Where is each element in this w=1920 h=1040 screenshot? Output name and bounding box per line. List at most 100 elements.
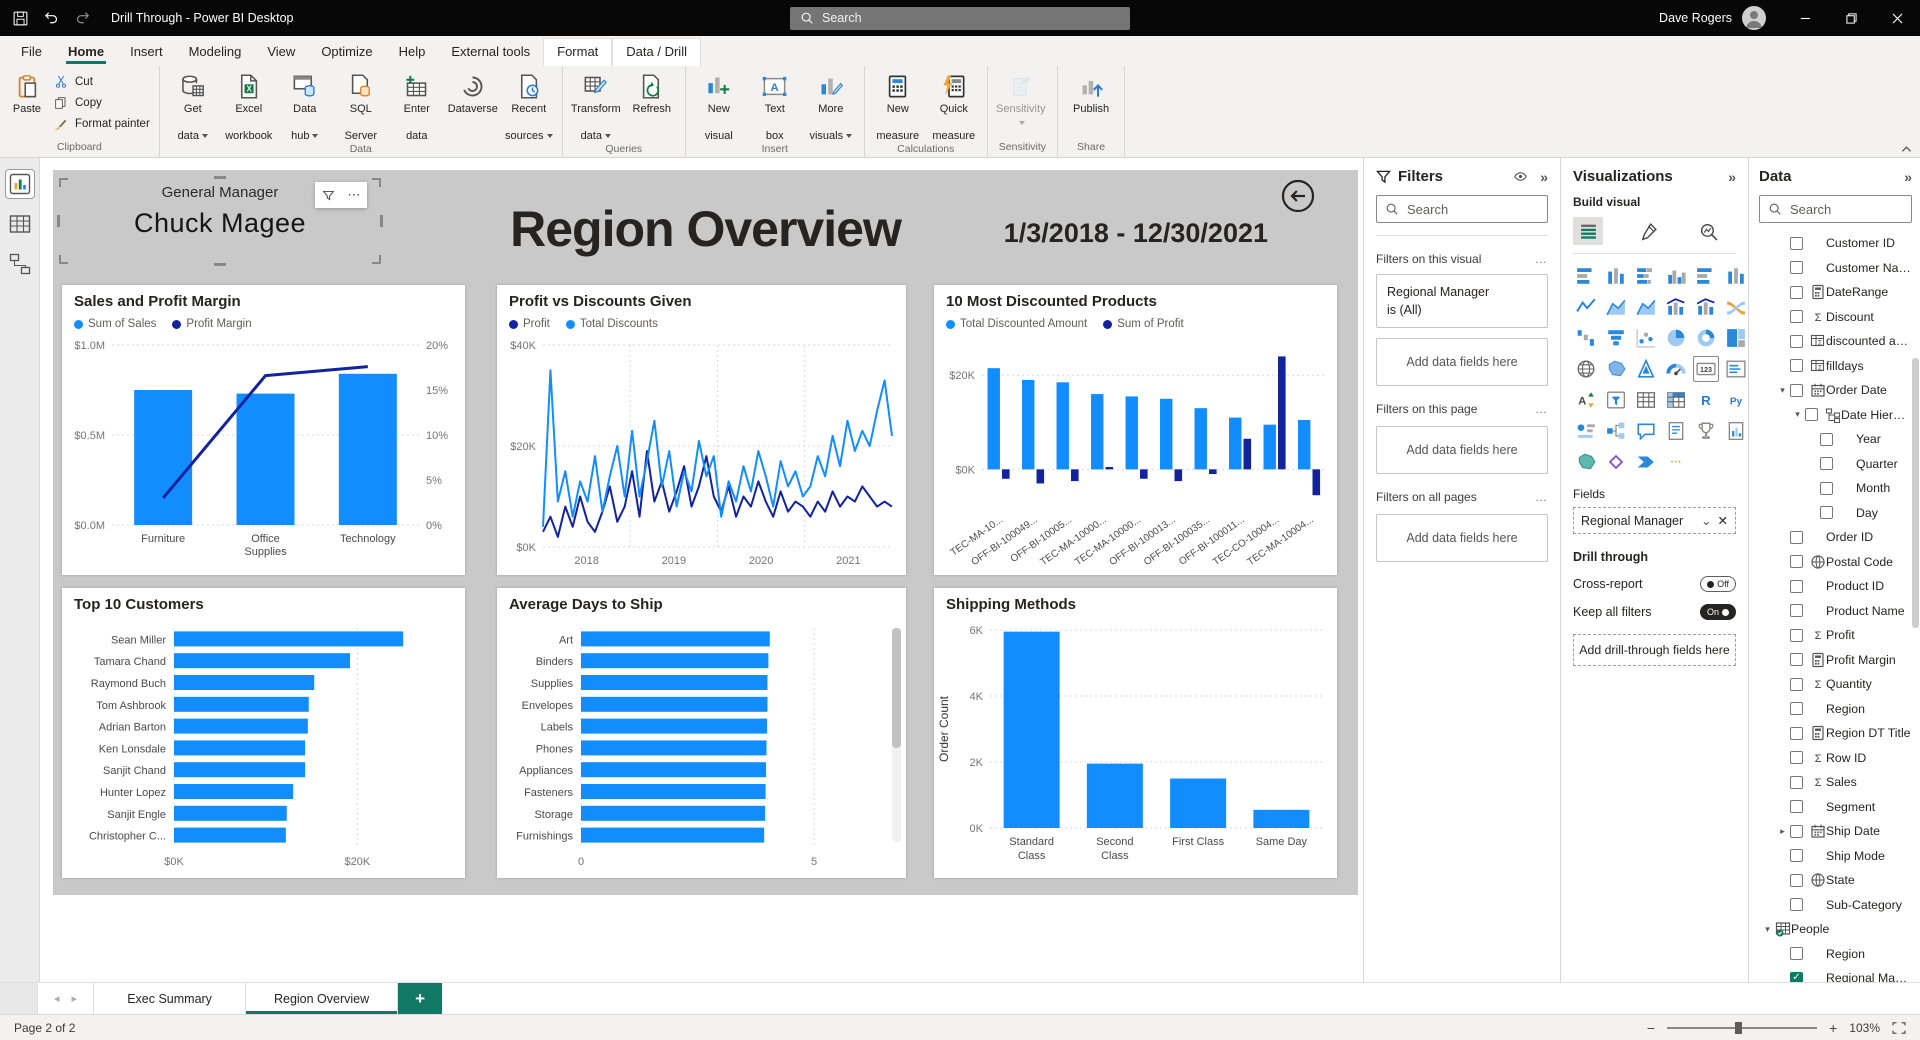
azure-map-icon[interactable] (1633, 356, 1659, 382)
checkbox[interactable]: ✓ (1790, 972, 1803, 982)
checkbox[interactable] (1820, 482, 1833, 495)
report-page[interactable]: General Manager Chuck Magee ⋯ Region Ove… (53, 170, 1358, 895)
collapse-pane-icon[interactable]: » (1904, 169, 1912, 185)
100-stacked-column-chart-icon[interactable] (1723, 263, 1748, 289)
data-field-region[interactable]: Region (1759, 942, 1912, 967)
data-field-row-id[interactable]: ΣRow ID (1759, 746, 1912, 771)
100-stacked-bar-chart-icon[interactable] (1693, 263, 1719, 289)
visual-10-most-discounted-products[interactable]: 10 Most Discounted ProductsTotal Discoun… (934, 285, 1337, 575)
visual-sales-and-profit-margin[interactable]: Sales and Profit MarginSum of SalesProfi… (62, 285, 465, 575)
menu-tab-insert[interactable]: Insert (117, 39, 176, 66)
checkbox[interactable] (1790, 825, 1803, 838)
checkbox[interactable] (1790, 580, 1803, 593)
get-data-button[interactable]: Getdata (165, 69, 221, 143)
recent-sources-button[interactable]: Recentsources (501, 69, 557, 143)
zoom-slider[interactable] (1667, 1027, 1817, 1029)
format-visual-tab[interactable] (1633, 217, 1663, 245)
data-field-year[interactable]: Year (1759, 427, 1912, 452)
data-field-discount[interactable]: ΣDiscount (1759, 305, 1912, 330)
more-visuals-button[interactable]: Morevisuals (803, 69, 859, 143)
collapse-pane-icon[interactable]: » (1540, 169, 1548, 185)
format-painter-button[interactable]: Format painter (49, 114, 154, 134)
funnel-chart-icon[interactable] (1603, 325, 1629, 351)
decomposition-tree-icon[interactable] (1603, 418, 1629, 444)
menu-tab-home[interactable]: Home (55, 39, 117, 66)
data-field-region[interactable]: Region (1759, 697, 1912, 722)
data-field-postal-code[interactable]: Postal Code (1759, 550, 1912, 575)
chevron-down-icon[interactable]: ▾ (1776, 385, 1789, 396)
transform-data-button[interactable]: Transformdata (568, 69, 624, 143)
filters-search-input[interactable]: Search (1376, 195, 1548, 223)
data-field-state[interactable]: State (1759, 868, 1912, 893)
table-view-icon[interactable] (6, 210, 34, 238)
cut-button[interactable]: Cut (49, 72, 154, 92)
report-view-icon[interactable] (6, 170, 34, 198)
data-field-sales[interactable]: ΣSales (1759, 770, 1912, 795)
text-box-button[interactable]: ATextbox (747, 69, 803, 143)
scatter-chart-icon[interactable] (1633, 325, 1659, 351)
checkbox[interactable] (1790, 653, 1803, 666)
chevron-down-icon[interactable]: ⌄ (1701, 513, 1711, 528)
publish-button[interactable]: Publish (1063, 69, 1119, 116)
data-field-discounted-am[interactable]: Σdiscounted am... (1759, 329, 1912, 354)
map-icon[interactable] (1573, 356, 1599, 382)
data-field-profit-margin[interactable]: Profit Margin (1759, 648, 1912, 673)
clustered-column-chart-icon[interactable] (1663, 263, 1689, 289)
restore-button[interactable] (1828, 0, 1874, 36)
report-canvas[interactable]: General Manager Chuck Magee ⋯ Region Ove… (40, 158, 1363, 982)
power-apps-icon[interactable] (1603, 449, 1629, 475)
checkbox[interactable] (1790, 751, 1803, 764)
add-drill-fields-dropzone[interactable]: Add drill-through fields here (1573, 634, 1736, 666)
data-field-filldays[interactable]: Σfilldays (1759, 354, 1912, 379)
waterfall-chart-icon[interactable] (1573, 325, 1599, 351)
checkbox[interactable] (1790, 776, 1803, 789)
visual-shipping-methods[interactable]: Shipping Methods0K2K4K6KStandardClassSec… (934, 588, 1337, 878)
more-options-icon[interactable]: … (1535, 252, 1548, 266)
table-icon[interactable] (1633, 387, 1659, 413)
data-field-sub-category[interactable]: Sub-Category (1759, 893, 1912, 918)
data-field-daterange[interactable]: DateRange (1759, 280, 1912, 305)
copy-button[interactable]: Copy (49, 93, 154, 113)
save-icon[interactable] (12, 10, 29, 27)
data-field-day[interactable]: Day (1759, 501, 1912, 526)
slicer-icon[interactable] (1603, 387, 1629, 413)
metrics-icon[interactable] (1693, 418, 1719, 444)
data-field-profit[interactable]: ΣProfit (1759, 623, 1912, 648)
key-influencers-icon[interactable] (1573, 418, 1599, 444)
chevron-down-icon[interactable]: ▾ (1761, 924, 1774, 935)
dataverse-button[interactable]: Dataverse (445, 69, 501, 116)
add-data-fields-dropzone[interactable]: Add data fields here (1376, 426, 1548, 474)
prev-page-icon[interactable]: ◂ (54, 992, 60, 1005)
checkbox[interactable] (1790, 604, 1803, 617)
scrollbar[interactable] (892, 628, 901, 842)
cross-report-toggle[interactable]: Off (1700, 576, 1736, 592)
checkbox[interactable] (1820, 457, 1833, 470)
minimize-button[interactable] (1782, 0, 1828, 36)
stacked-bar-chart-icon[interactable] (1573, 263, 1599, 289)
user-name[interactable]: Dave Rogers (1659, 11, 1732, 25)
filter-icon[interactable] (315, 182, 341, 208)
power-automate-icon[interactable] (1633, 449, 1659, 475)
data-field-month[interactable]: Month (1759, 476, 1912, 501)
checkbox[interactable] (1790, 874, 1803, 887)
data-field-segment[interactable]: Segment (1759, 795, 1912, 820)
visual-top-10-customers[interactable]: Top 10 Customers$0K$20KSean MillerTamara… (62, 588, 465, 878)
close-button[interactable] (1874, 0, 1920, 36)
undo-icon[interactable] (43, 10, 60, 27)
menu-tab-help[interactable]: Help (386, 39, 439, 66)
checkbox[interactable] (1790, 555, 1803, 568)
line-chart-icon[interactable] (1573, 294, 1599, 320)
data-field-quantity[interactable]: ΣQuantity (1759, 672, 1912, 697)
menu-tab-format[interactable]: Format (543, 38, 612, 66)
zoom-in-button[interactable]: + (1829, 1020, 1837, 1036)
zoom-out-button[interactable]: − (1647, 1020, 1655, 1036)
treemap-icon[interactable] (1723, 325, 1748, 351)
area-chart-icon[interactable] (1603, 294, 1629, 320)
data-field-region-dt-title[interactable]: Region DT Title (1759, 721, 1912, 746)
quick-measure-button[interactable]: Quickmeasure (926, 69, 982, 143)
menu-tab-external-tools[interactable]: External tools (438, 39, 543, 66)
checkbox[interactable] (1790, 678, 1803, 691)
checkbox[interactable] (1790, 727, 1803, 740)
filled-map-icon[interactable] (1603, 356, 1629, 382)
pie-chart-icon[interactable] (1663, 325, 1689, 351)
